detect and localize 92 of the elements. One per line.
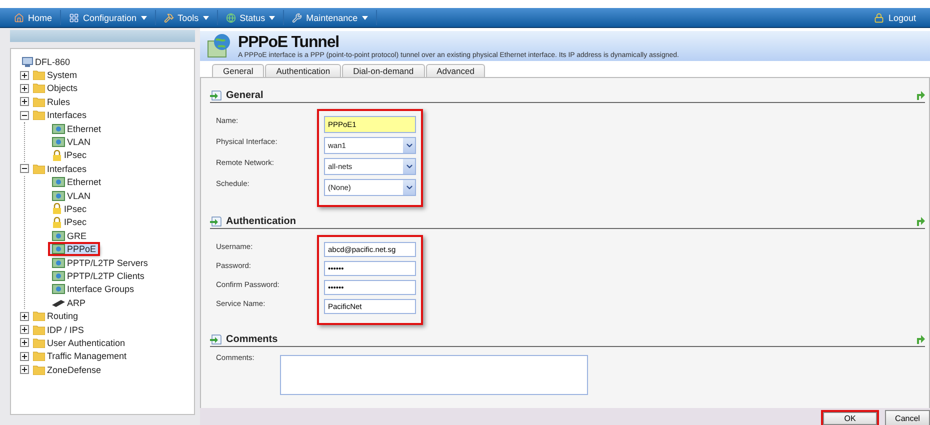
section-title: Comments: [226, 334, 279, 344]
folder-icon: [33, 338, 45, 348]
folder-icon: [33, 110, 45, 120]
tree-item[interactable]: IDP / IPS: [31, 324, 86, 334]
tree-item[interactable]: PPPoE: [50, 244, 98, 254]
folder-icon: [33, 164, 45, 174]
tab[interactable]: General: [212, 64, 264, 77]
tree-item[interactable]: Objects: [31, 83, 80, 94]
device-icon: [52, 124, 65, 134]
tree-item[interactable]: VLAN: [50, 137, 93, 148]
collapse-icon[interactable]: [20, 110, 29, 120]
cancel-button[interactable]: Cancel: [885, 410, 930, 425]
device-icon: [52, 244, 65, 254]
tree-item[interactable]: GRE: [50, 230, 89, 241]
menu-item-icon: [14, 12, 24, 22]
chevron-icon: [404, 183, 414, 192]
device-icon: [52, 190, 65, 201]
tree-item[interactable]: User Authentication: [31, 338, 128, 348]
page-title: PPPoE Tunnel: [238, 34, 340, 52]
folder-icon: [33, 311, 45, 322]
folder-icon: [33, 70, 45, 80]
tree-item[interactable]: Traffic Management: [31, 351, 129, 362]
menu-item[interactable]: Home: [6, 10, 62, 25]
lock-icon: [52, 203, 62, 214]
comments-field[interactable]: [280, 355, 588, 395]
device-icon: [52, 284, 65, 294]
chevron-icon: [404, 141, 414, 150]
tree-item[interactable]: IPsec: [50, 216, 89, 228]
caret-icon: [362, 16, 368, 20]
menu-item-icon: [69, 12, 80, 22]
tree-item[interactable]: Interfaces: [31, 110, 89, 120]
tree-item[interactable]: System: [31, 70, 80, 80]
tree-item[interactable]: IPsec: [50, 203, 89, 214]
tab[interactable]: Advanced: [426, 64, 486, 77]
caret-icon: [269, 16, 276, 20]
folder-icon: [33, 324, 45, 334]
cable-icon: [52, 298, 65, 307]
tree-item[interactable]: Rules: [31, 96, 72, 107]
section-title: Authentication: [226, 216, 297, 226]
tree-item[interactable]: Interface Groups: [50, 284, 136, 294]
logout-button[interactable]: Logout: [866, 10, 924, 25]
folder-icon: [33, 96, 45, 107]
tree-item[interactable]: VLAN: [50, 190, 93, 201]
folder-icon: [33, 351, 45, 362]
lock-icon: [52, 150, 62, 161]
tree-item[interactable]: ZoneDefense: [31, 364, 104, 375]
lock-icon: [874, 12, 884, 22]
menu-item[interactable]: Configuration: [61, 10, 156, 25]
expand-icon[interactable]: [20, 365, 29, 374]
curved-arrow-icon[interactable]: [915, 216, 925, 226]
menu-item[interactable]: Tools: [156, 10, 218, 25]
folder-icon: [33, 364, 45, 375]
tree-item[interactable]: ARP: [50, 298, 88, 308]
menu-item-icon: [164, 12, 174, 22]
expand-icon[interactable]: [20, 352, 29, 361]
lock-icon: [52, 216, 62, 228]
tree-item[interactable]: Interfaces: [31, 164, 89, 174]
ok-button[interactable]: OK: [821, 410, 879, 425]
tree-item[interactable]: PPTP/L2TP Servers: [50, 258, 150, 268]
device-icon: [52, 230, 65, 241]
menu-item-icon: [226, 12, 236, 22]
folder-icon: [33, 83, 45, 94]
device-icon: [52, 177, 65, 188]
menu-item[interactable]: Status: [218, 10, 284, 25]
expand-icon[interactable]: [20, 97, 29, 106]
device-icon: [52, 258, 65, 268]
tree-item[interactable]: IPsec: [50, 150, 89, 161]
collapse-icon[interactable]: [20, 164, 29, 174]
device-icon: [52, 137, 65, 148]
expand-icon[interactable]: [20, 84, 29, 93]
curved-arrow-icon[interactable]: [915, 90, 925, 100]
tab[interactable]: Dial-on-demand: [342, 64, 425, 77]
chevron-icon: [404, 162, 414, 171]
expand-icon[interactable]: [20, 70, 29, 80]
device-icon: [52, 270, 65, 281]
tree-item[interactable]: Ethernet: [50, 177, 104, 188]
menu-item[interactable]: Maintenance: [284, 10, 377, 25]
caret-icon: [202, 16, 209, 20]
network-globe-icon: [206, 33, 232, 59]
tab[interactable]: Authentication: [265, 64, 342, 77]
expand-icon[interactable]: [20, 312, 29, 321]
section-title: General: [226, 90, 264, 100]
computer-icon: [22, 56, 33, 67]
caret-icon: [140, 16, 147, 20]
expand-icon[interactable]: [20, 338, 29, 348]
expand-icon[interactable]: [20, 325, 29, 334]
tree-item[interactable]: Ethernet: [50, 124, 104, 134]
tree-item[interactable]: PPTP/L2TP Clients: [50, 270, 146, 281]
tree-item[interactable]: DFL-860: [20, 56, 72, 67]
tree-item[interactable]: Routing: [31, 311, 80, 322]
menu-item-icon: [292, 12, 302, 22]
curved-arrow-icon[interactable]: [915, 334, 925, 344]
